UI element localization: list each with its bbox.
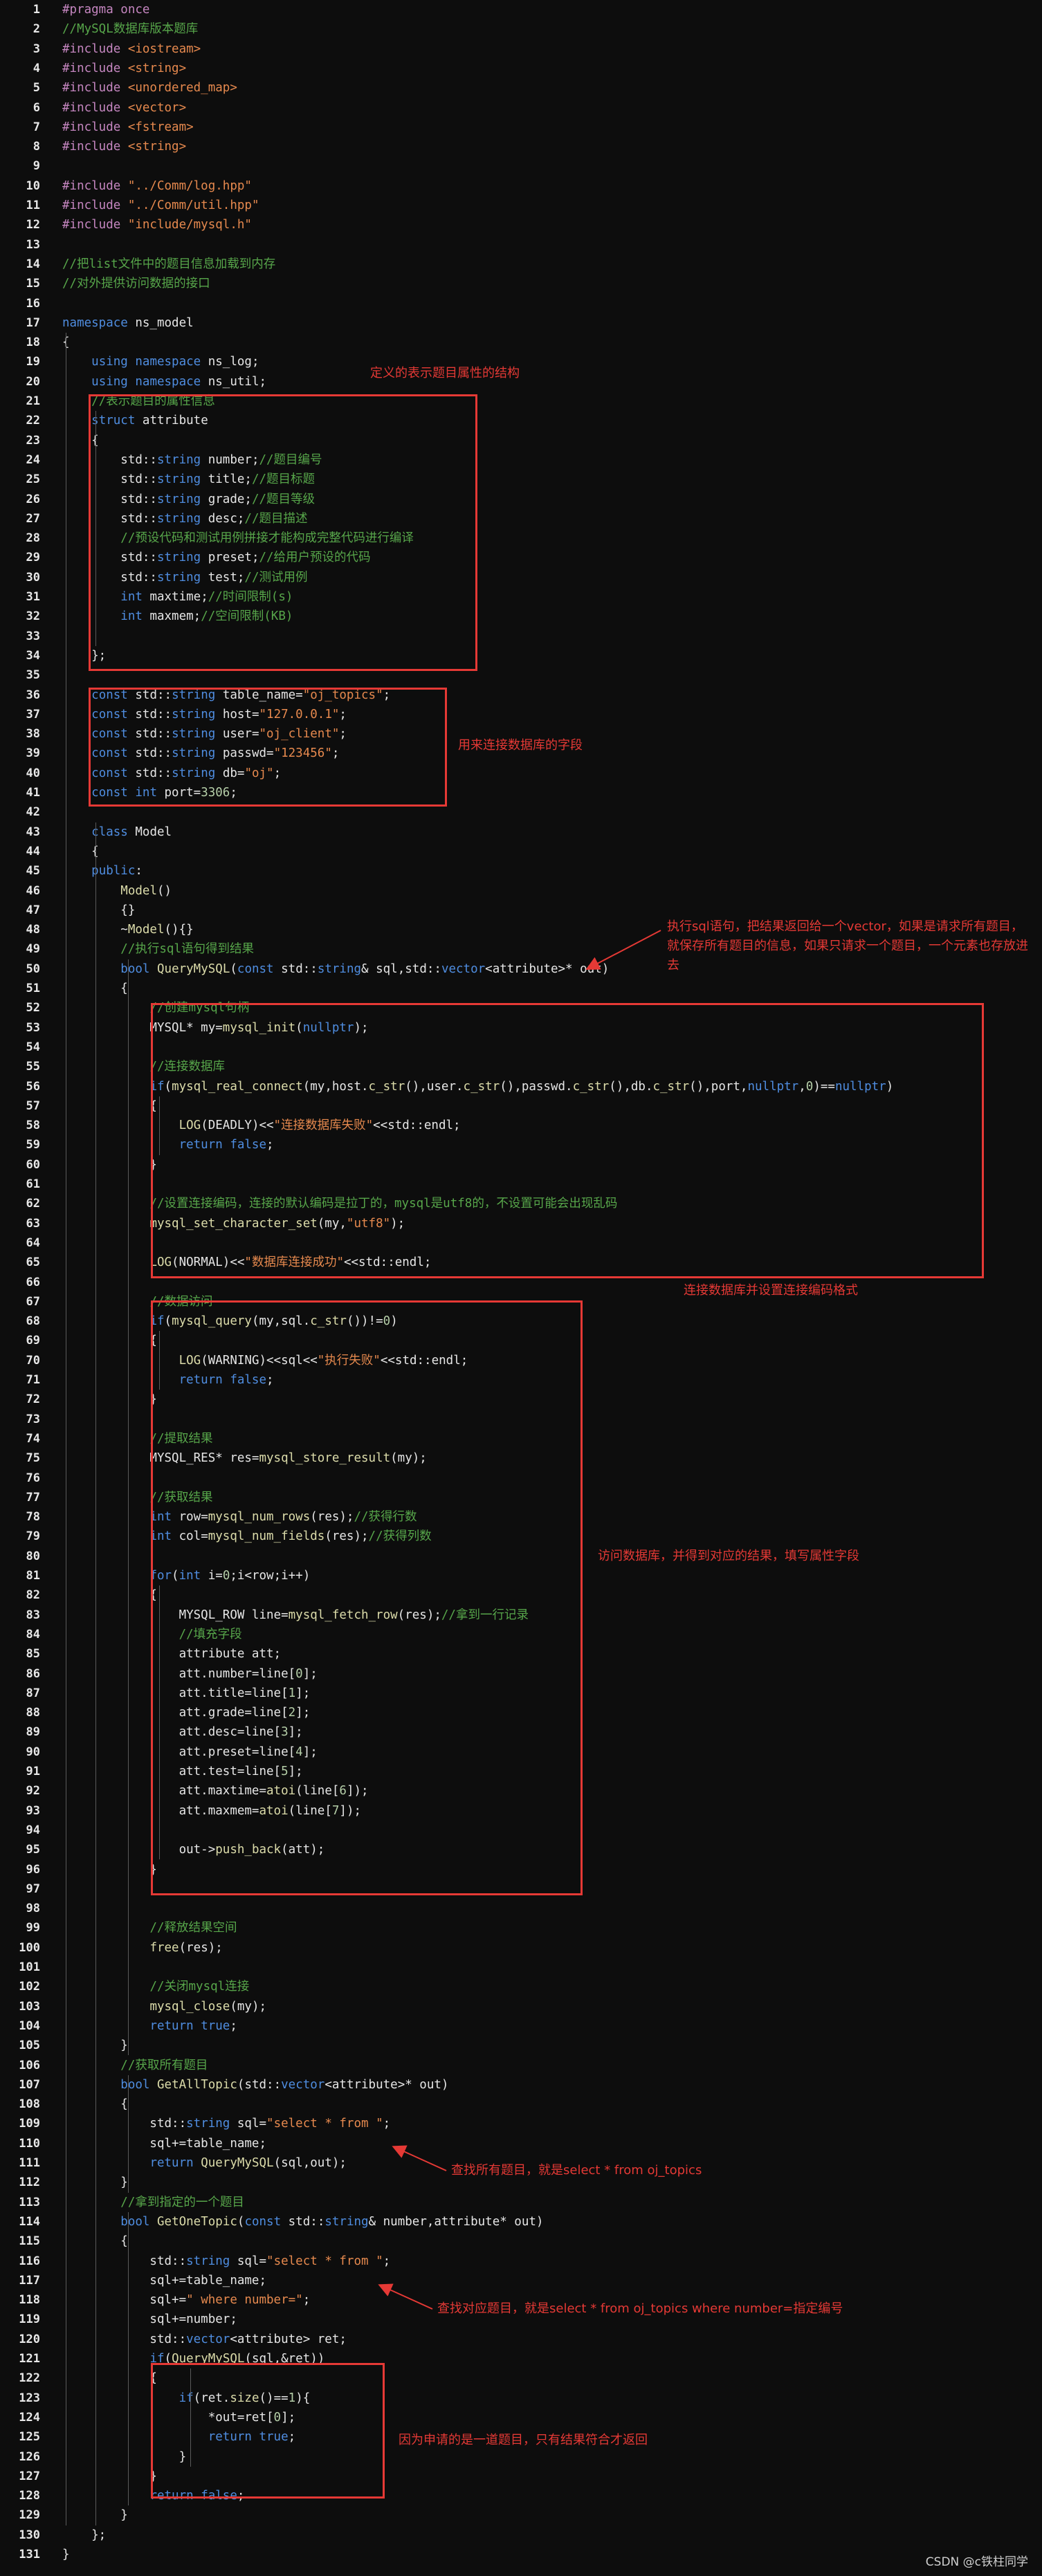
arrow-get-all (392, 2145, 447, 2171)
watermark: CSDN @c铁柱同学 (925, 2555, 1028, 2569)
code-editor: 1 2 3 4 5 6 7 8 9 10 11 12 13 14 15 16 17 18 19 20 21 22 23 24 2… (0, 0, 1042, 2576)
annotation-arrows (378, 930, 661, 2310)
arrow-query-function (585, 930, 661, 970)
arrow-get-one (378, 2283, 433, 2310)
